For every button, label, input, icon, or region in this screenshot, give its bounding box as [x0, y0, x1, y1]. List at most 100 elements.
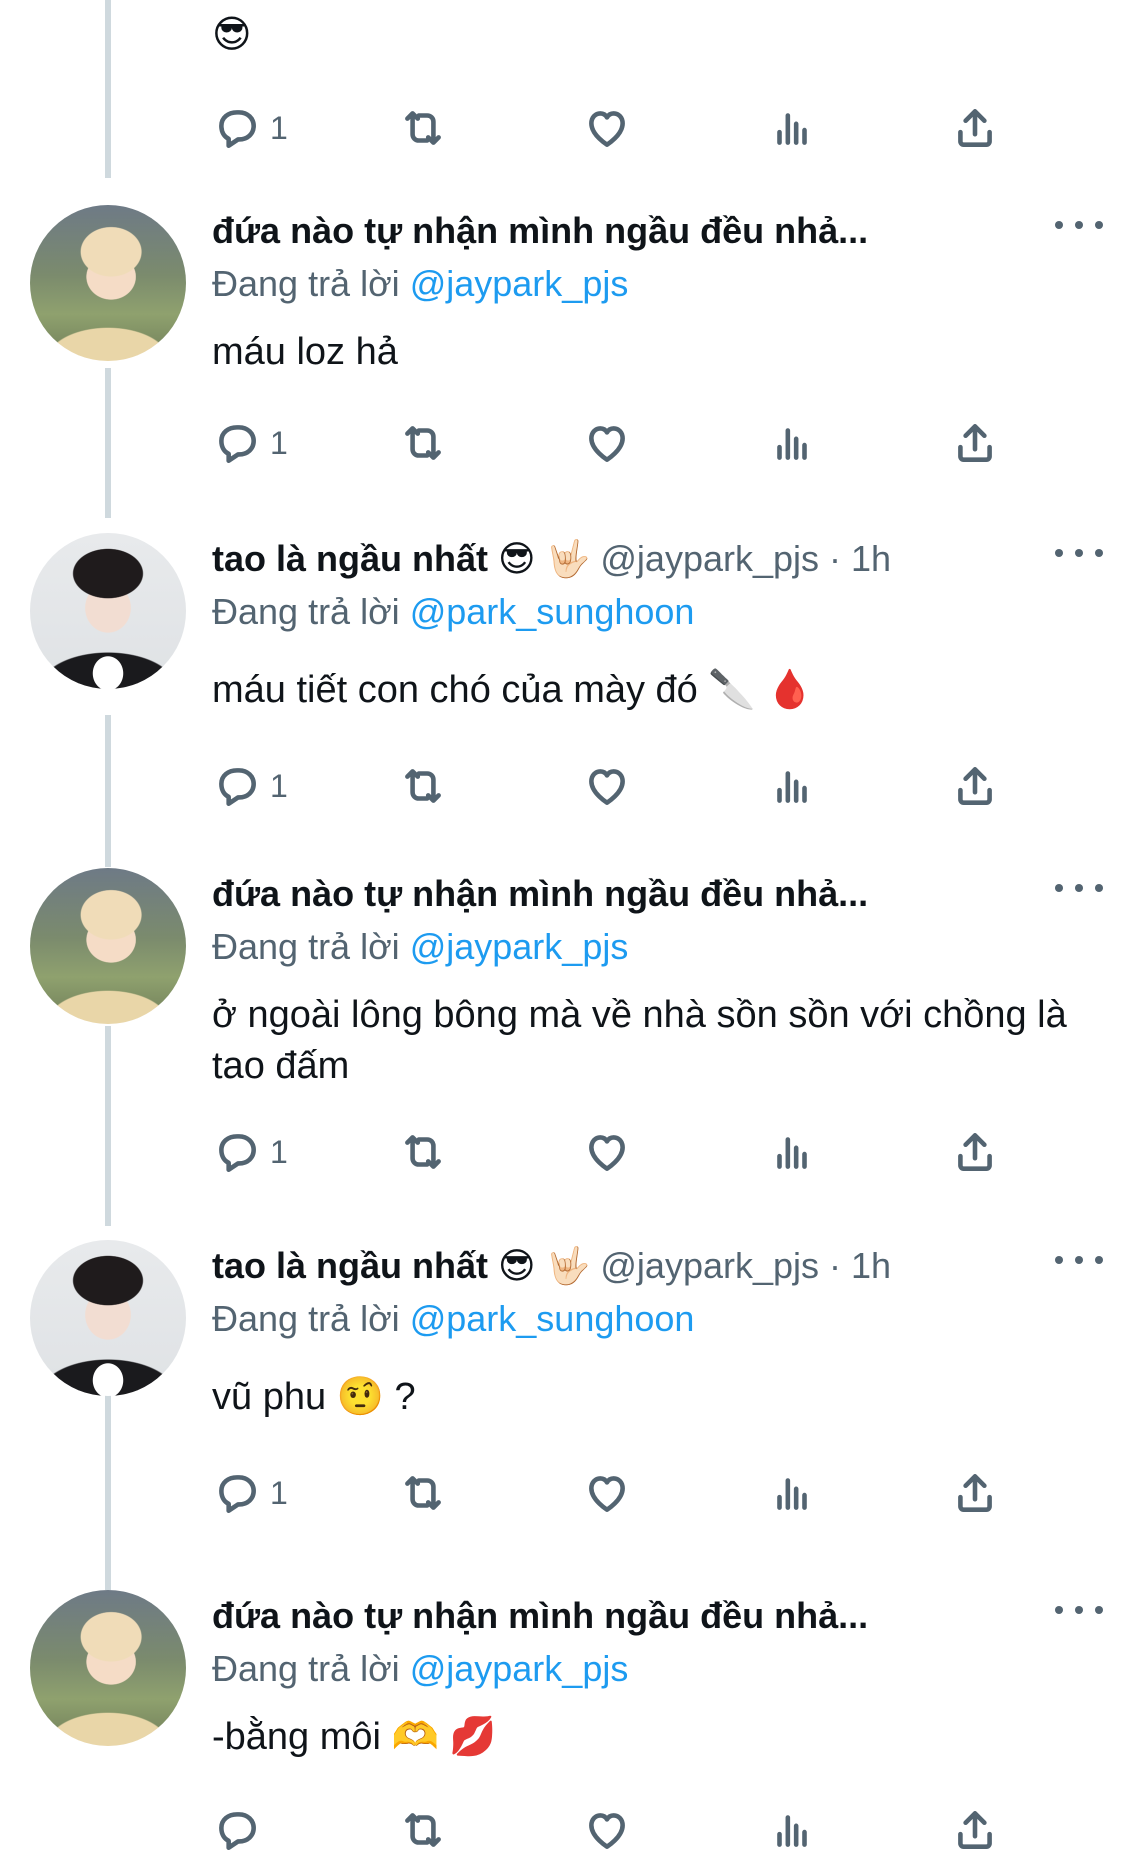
- tweet-header: đứa nào tự nhận mình ngầu đều nhả...: [212, 1594, 868, 1638]
- tweet-header: tao là ngầu nhất 😎 🤟🏻 @jaypark_pjs · 1h: [212, 1244, 891, 1288]
- avatar[interactable]: [30, 533, 186, 689]
- retweet-icon: [405, 426, 441, 460]
- reply-icon: [219, 425, 256, 463]
- replying-label: Đang trả lời: [212, 926, 400, 967]
- display-name[interactable]: đứa nào tự nhận mình ngầu đều nhả...: [212, 210, 868, 251]
- reply-count: 1: [270, 424, 288, 461]
- heart-icon: [589, 426, 625, 462]
- share-button[interactable]: [950, 1802, 1000, 1858]
- heart-icon: [589, 1813, 625, 1849]
- views-icon: [777, 1478, 807, 1510]
- retweet-button[interactable]: [398, 1465, 448, 1521]
- share-button[interactable]: [950, 758, 1000, 814]
- tweet-actions: [212, 1802, 1012, 1858]
- display-name[interactable]: đứa nào tự nhận mình ngầu đều nhả...: [212, 873, 868, 914]
- replying-label: Đang trả lời: [212, 591, 400, 632]
- reply-button[interactable]: 1: [212, 1465, 288, 1521]
- views-button[interactable]: [767, 1465, 817, 1521]
- tweet-header: đứa nào tự nhận mình ngầu đều nhả...: [212, 872, 868, 916]
- views-icon: [777, 1137, 807, 1169]
- like-button[interactable]: [582, 1124, 632, 1180]
- retweet-button[interactable]: [398, 1124, 448, 1180]
- like-button[interactable]: [582, 758, 632, 814]
- avatar[interactable]: [30, 1240, 186, 1396]
- more-icon[interactable]: [1055, 868, 1103, 908]
- tweet-body: máu loz hả: [212, 331, 398, 373]
- reply-thread: 😎 1 đứa nào tự nhận mình ngầu đều nhả...: [0, 0, 1125, 1867]
- views-icon: [777, 1815, 807, 1847]
- mention-link[interactable]: @park_sunghoon: [410, 591, 695, 632]
- avatar[interactable]: [30, 1590, 186, 1746]
- retweet-icon: [405, 769, 441, 803]
- mention-link[interactable]: @jaypark_pjs: [410, 926, 629, 967]
- views-button[interactable]: [767, 1124, 817, 1180]
- reply-button[interactable]: 1: [212, 100, 288, 156]
- retweet-button[interactable]: [398, 100, 448, 156]
- tweet-header: đứa nào tự nhận mình ngầu đều nhả...: [212, 209, 868, 253]
- like-button[interactable]: [582, 1802, 632, 1858]
- share-button[interactable]: [950, 1124, 1000, 1180]
- tweet-header: tao là ngầu nhất 😎 🤟🏻 @jaypark_pjs · 1h: [212, 537, 891, 581]
- reply-count: 1: [270, 109, 288, 146]
- share-button[interactable]: [950, 415, 1000, 471]
- reply-button[interactable]: [212, 1802, 270, 1858]
- tweet-actions: 1: [212, 1465, 1012, 1521]
- display-name[interactable]: tao là ngầu nhất 😎 🤟🏻: [212, 538, 590, 579]
- replying-label: Đang trả lời: [212, 1298, 400, 1339]
- share-icon: [958, 424, 992, 462]
- thread-line: [105, 0, 111, 178]
- reply-button[interactable]: 1: [212, 758, 288, 814]
- heart-icon: [589, 1135, 625, 1171]
- tweet-body: ở ngoài lông bông mà về nhà sồn sồn với …: [212, 994, 1067, 1087]
- handle-time[interactable]: @jaypark_pjs · 1h: [600, 538, 891, 579]
- display-name[interactable]: tao là ngầu nhất 😎 🤟🏻: [212, 1245, 590, 1286]
- avatar[interactable]: [30, 868, 186, 1024]
- heart-icon: [589, 769, 625, 805]
- replying-to: Đang trả lời @jaypark_pjs: [212, 262, 628, 306]
- share-icon: [958, 1133, 992, 1171]
- thread-line: [105, 1395, 111, 1590]
- thread-line: [105, 715, 111, 867]
- reply-button[interactable]: 1: [212, 1124, 288, 1180]
- mention-link[interactable]: @park_sunghoon: [410, 1298, 695, 1339]
- mention-link[interactable]: @jaypark_pjs: [410, 263, 629, 304]
- tweet-actions: 1: [212, 758, 1012, 814]
- views-button[interactable]: [767, 100, 817, 156]
- retweet-icon: [405, 1813, 441, 1847]
- retweet-button[interactable]: [398, 415, 448, 471]
- replying-to: Đang trả lời @jaypark_pjs: [212, 925, 628, 969]
- reply-icon: [219, 1475, 256, 1513]
- handle-time[interactable]: @jaypark_pjs · 1h: [600, 1245, 891, 1286]
- like-button[interactable]: [582, 415, 632, 471]
- views-button[interactable]: [767, 1802, 817, 1858]
- replying-to: Đang trả lời @park_sunghoon: [212, 1297, 694, 1341]
- heart-icon: [589, 111, 625, 147]
- reply-button[interactable]: 1: [212, 415, 288, 471]
- views-icon: [777, 428, 807, 460]
- display-name[interactable]: đứa nào tự nhận mình ngầu đều nhả...: [212, 1595, 868, 1636]
- tweet-body: vũ phu 🤨 ?: [212, 1376, 416, 1418]
- replying-to: Đang trả lời @park_sunghoon: [212, 590, 694, 634]
- more-icon[interactable]: [1055, 533, 1103, 573]
- more-icon[interactable]: [1055, 205, 1103, 245]
- retweet-button[interactable]: [398, 1802, 448, 1858]
- views-button[interactable]: [767, 415, 817, 471]
- retweet-button[interactable]: [398, 758, 448, 814]
- reply-count: 1: [270, 767, 288, 804]
- reply-icon: [219, 1134, 256, 1172]
- share-button[interactable]: [950, 1465, 1000, 1521]
- replying-to: Đang trả lời @jaypark_pjs: [212, 1647, 628, 1691]
- views-button[interactable]: [767, 758, 817, 814]
- more-icon[interactable]: [1055, 1590, 1103, 1630]
- like-button[interactable]: [582, 1465, 632, 1521]
- thread-line: [105, 368, 111, 518]
- avatar[interactable]: [30, 205, 186, 361]
- share-button[interactable]: [950, 100, 1000, 156]
- mention-link[interactable]: @jaypark_pjs: [410, 1648, 629, 1689]
- replying-label: Đang trả lời: [212, 263, 400, 304]
- more-icon[interactable]: [1055, 1240, 1103, 1280]
- like-button[interactable]: [582, 100, 632, 156]
- retweet-icon: [405, 1135, 441, 1169]
- views-icon: [777, 113, 807, 145]
- thread-line: [105, 1026, 111, 1226]
